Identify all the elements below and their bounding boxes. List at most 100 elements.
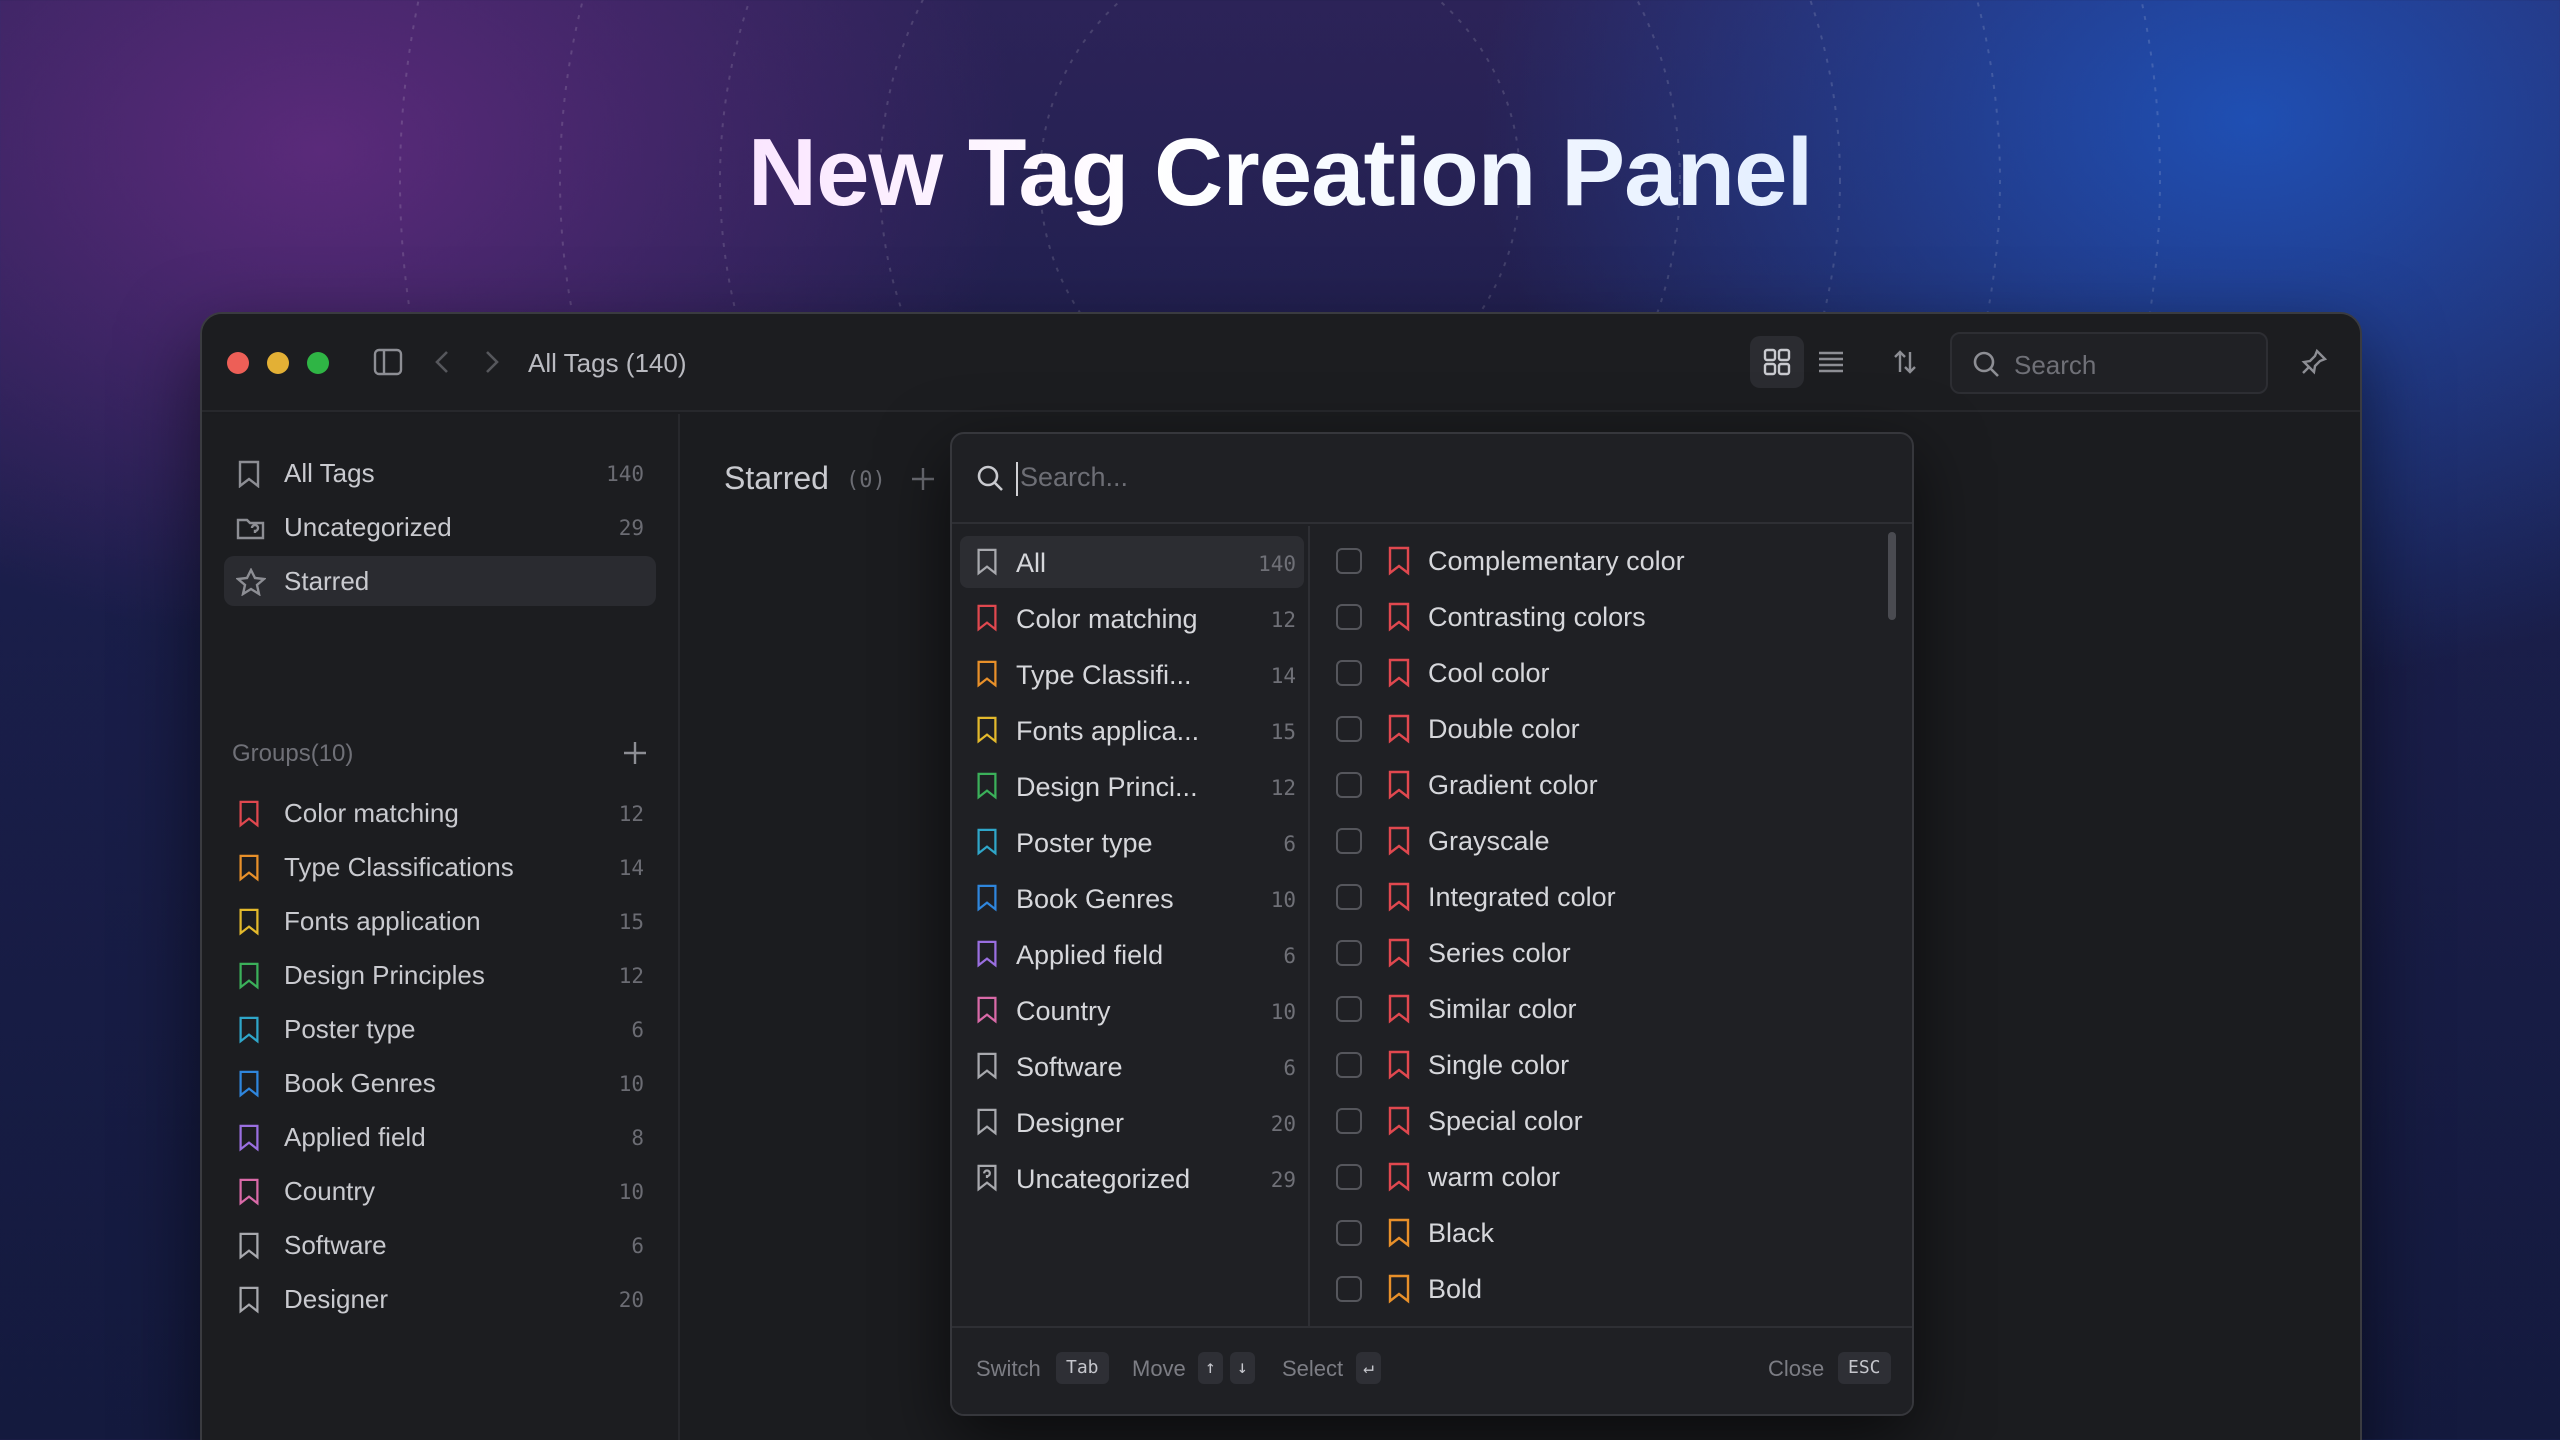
sidebar-item-all-tags[interactable]: All Tags 140 bbox=[224, 448, 656, 498]
panel-group-item[interactable]: Poster type 6 bbox=[960, 816, 1304, 868]
panel-tag-row[interactable]: Double color bbox=[1312, 702, 1892, 758]
maximize-window-button[interactable] bbox=[307, 352, 329, 374]
tag-checkbox[interactable] bbox=[1336, 828, 1362, 854]
sidebar-group-item[interactable]: Designer 20 bbox=[224, 1274, 656, 1324]
tag-checkbox[interactable] bbox=[1336, 1108, 1362, 1134]
close-window-button[interactable] bbox=[227, 352, 249, 374]
tag-checkbox[interactable] bbox=[1336, 772, 1362, 798]
panel-scrollbar[interactable] bbox=[1888, 532, 1896, 620]
panel-group-item[interactable]: Book Genres 10 bbox=[960, 872, 1304, 924]
sidebar-group-item[interactable]: Book Genres 10 bbox=[224, 1058, 656, 1108]
tag-checkbox[interactable] bbox=[1336, 1276, 1362, 1302]
panel-group-item[interactable]: Designer 20 bbox=[960, 1096, 1304, 1148]
tag-checkbox[interactable] bbox=[1336, 1052, 1362, 1078]
panel-tag-row[interactable]: Integrated color bbox=[1312, 870, 1892, 926]
bookmark-icon bbox=[977, 1164, 997, 1192]
add-group-icon[interactable] bbox=[620, 738, 650, 768]
panel-tag-row[interactable]: Black bbox=[1312, 1206, 1892, 1262]
panel-group-label: Poster type bbox=[1016, 828, 1153, 858]
sidebar-group-item[interactable]: Color matching 12 bbox=[224, 788, 656, 838]
panel-group-item[interactable]: Design Princi... 12 bbox=[960, 760, 1304, 812]
panel-group-item[interactable]: Uncategorized 29 bbox=[960, 1152, 1304, 1204]
bookmark-icon bbox=[1388, 994, 1410, 1024]
panel-group-item[interactable]: Type Classifi... 14 bbox=[960, 648, 1304, 700]
tag-checkbox[interactable] bbox=[1336, 604, 1362, 630]
sidebar-item-label: Book Genres bbox=[284, 1068, 436, 1098]
tag-checkbox[interactable] bbox=[1336, 884, 1362, 910]
panel-group-item[interactable]: Fonts applica... 15 bbox=[960, 704, 1304, 756]
panel-tag-row[interactable]: Series color bbox=[1312, 926, 1892, 982]
tag-checkbox[interactable] bbox=[1336, 1164, 1362, 1190]
panel-group-label: Country bbox=[1016, 996, 1111, 1026]
switch-hint-label: Switch bbox=[976, 1356, 1041, 1381]
panel-tag-label: Special color bbox=[1428, 1106, 1583, 1136]
tag-checkbox[interactable] bbox=[1336, 548, 1362, 574]
panel-group-item[interactable]: Applied field 6 bbox=[960, 928, 1304, 980]
minimize-window-button[interactable] bbox=[267, 352, 289, 374]
panel-tag-row[interactable]: Contrasting colors bbox=[1312, 590, 1892, 646]
bookmark-icon bbox=[977, 940, 997, 968]
panel-tag-row[interactable]: warm color bbox=[1312, 1150, 1892, 1206]
pin-icon[interactable] bbox=[2296, 344, 2332, 380]
panel-group-item[interactable]: Software 6 bbox=[960, 1040, 1304, 1092]
tag-checkbox[interactable] bbox=[1336, 660, 1362, 686]
panel-tag-label: Similar color bbox=[1428, 994, 1577, 1024]
panel-tag-label: Double color bbox=[1428, 714, 1580, 744]
sidebar-item-count: 140 bbox=[606, 462, 644, 486]
list-view-icon[interactable] bbox=[1813, 344, 1849, 380]
bookmark-icon bbox=[1388, 1274, 1410, 1304]
tag-checkbox[interactable] bbox=[1336, 940, 1362, 966]
sidebar-group-item[interactable]: Poster type 6 bbox=[224, 1004, 656, 1054]
tag-checkbox[interactable] bbox=[1336, 996, 1362, 1022]
bookmark-icon bbox=[239, 1016, 259, 1044]
sidebar-toggle-icon[interactable] bbox=[370, 344, 406, 380]
tag-checkbox[interactable] bbox=[1336, 716, 1362, 742]
panel-tag-row[interactable]: Complementary color bbox=[1312, 534, 1892, 590]
sort-icon[interactable] bbox=[1887, 344, 1923, 380]
sidebar-item-count: 10 bbox=[618, 1072, 644, 1096]
panel-group-item[interactable]: All 140 bbox=[960, 536, 1304, 588]
sidebar-group-item[interactable]: Design Principles 12 bbox=[224, 950, 656, 1000]
window-title: All Tags (140) bbox=[528, 348, 687, 378]
panel-tag-row[interactable]: Single color bbox=[1312, 1038, 1892, 1094]
sidebar-item-uncategorized[interactable]: Uncategorized 29 bbox=[224, 502, 656, 552]
move-hint-label: Move bbox=[1132, 1356, 1186, 1381]
sidebar-item-count: 14 bbox=[618, 856, 644, 880]
sidebar-item-count: 20 bbox=[618, 1288, 644, 1312]
sidebar-group-item[interactable]: Software 6 bbox=[224, 1220, 656, 1270]
forward-arrow-icon[interactable] bbox=[474, 344, 510, 380]
sidebar-item-count: 8 bbox=[631, 1126, 644, 1150]
panel-tag-row[interactable]: Bold bbox=[1312, 1262, 1892, 1318]
back-arrow-icon[interactable] bbox=[424, 344, 460, 380]
star-icon bbox=[236, 568, 266, 596]
sidebar-group-item[interactable]: Country 10 bbox=[224, 1166, 656, 1216]
add-starred-icon[interactable] bbox=[908, 464, 938, 494]
search-placeholder: Search bbox=[2014, 350, 2097, 380]
search-input[interactable]: Search bbox=[1950, 332, 2268, 394]
panel-group-item[interactable]: Country 10 bbox=[960, 984, 1304, 1036]
panel-group-count: 10 bbox=[1270, 888, 1296, 912]
bookmark-icon bbox=[239, 962, 259, 990]
panel-tag-row[interactable]: Special color bbox=[1312, 1094, 1892, 1150]
panel-tag-row[interactable]: Grayscale bbox=[1312, 814, 1892, 870]
panel-tag-row[interactable]: Gradient color bbox=[1312, 758, 1892, 814]
panel-group-label: All bbox=[1016, 548, 1047, 578]
sidebar-item-label: Uncategorized bbox=[284, 512, 452, 542]
bookmark-icon bbox=[977, 1108, 997, 1136]
panel-search-input[interactable]: Search... bbox=[952, 434, 1912, 524]
grid-view-icon[interactable] bbox=[1759, 344, 1795, 380]
panel-group-count: 6 bbox=[1283, 944, 1296, 968]
panel-tag-label: Series color bbox=[1428, 938, 1571, 968]
panel-group-item[interactable]: Color matching 12 bbox=[960, 592, 1304, 644]
sidebar-group-item[interactable]: Applied field 8 bbox=[224, 1112, 656, 1162]
panel-tag-label: warm color bbox=[1428, 1162, 1561, 1192]
panel-tag-row[interactable]: Cool color bbox=[1312, 646, 1892, 702]
panel-group-label: Designer bbox=[1016, 1108, 1125, 1138]
tag-checkbox[interactable] bbox=[1336, 1220, 1362, 1246]
sidebar-item-count: 6 bbox=[631, 1018, 644, 1042]
panel-tag-row[interactable]: Similar color bbox=[1312, 982, 1892, 1038]
sidebar-item-starred[interactable]: Starred bbox=[224, 556, 656, 606]
sidebar-group-item[interactable]: Fonts application 15 bbox=[224, 896, 656, 946]
sidebar-group-item[interactable]: Type Classifications 14 bbox=[224, 842, 656, 892]
enter-key-badge: ↵ bbox=[1356, 1352, 1381, 1384]
